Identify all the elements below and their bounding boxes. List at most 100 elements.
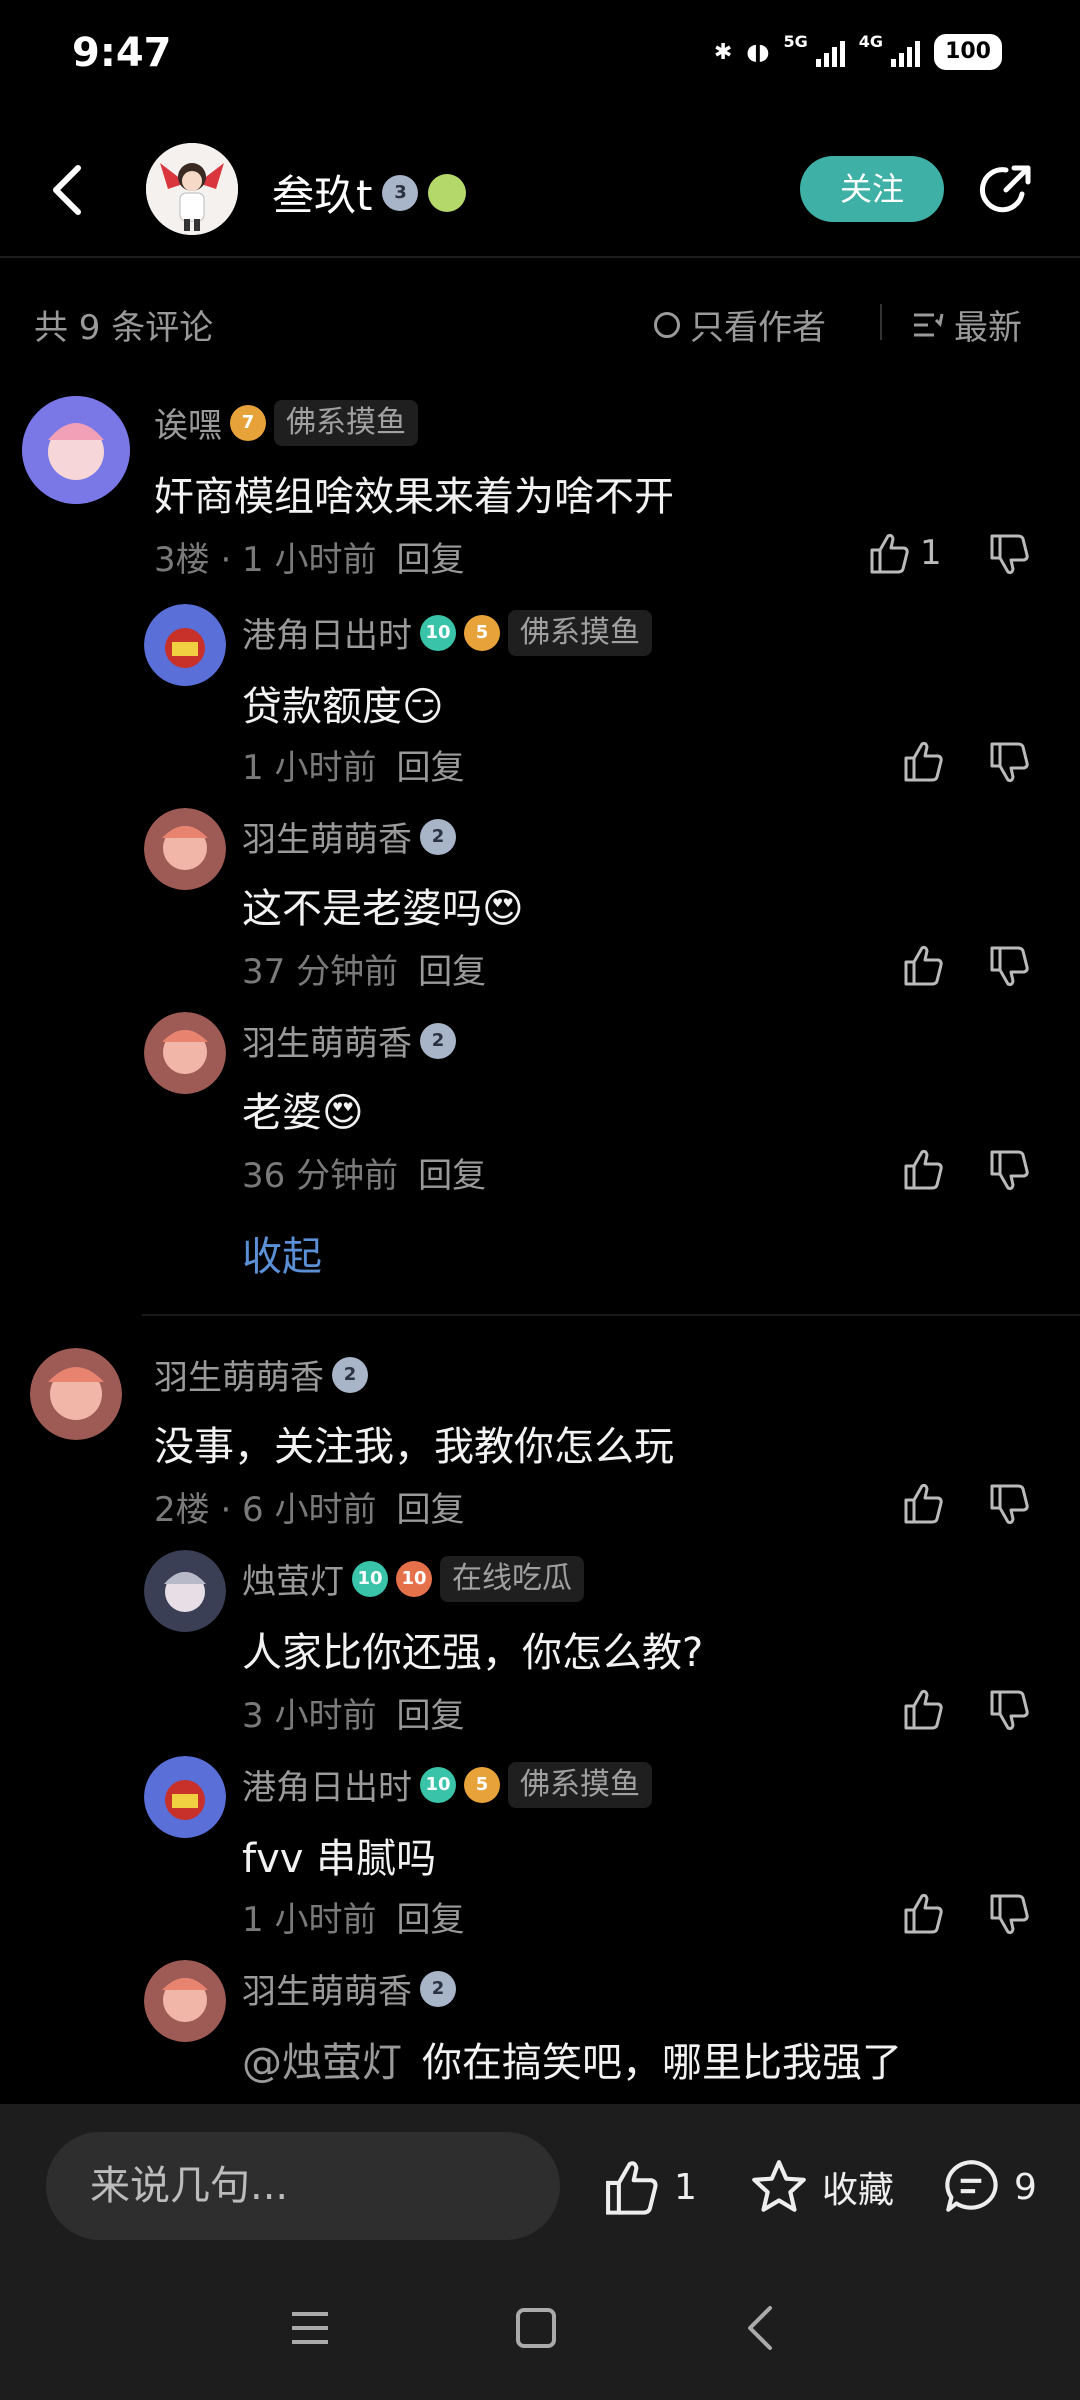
avatar[interactable] [144,1960,226,2042]
like-post-button[interactable]: 1 [600,2156,697,2218]
comment-text: 老婆😍 [242,1090,364,1136]
comment-header: 港角日出时 10 5 佛系摸鱼 [242,608,652,657]
avatar[interactable] [144,1550,226,1632]
thumb-down-icon[interactable] [986,944,1032,990]
author-avatar[interactable] [146,143,238,235]
thumb-up-icon[interactable] [900,1890,946,1936]
favorite-button[interactable]: 收藏 [748,2156,894,2218]
thumb-up-icon[interactable] [900,1686,946,1732]
back-icon[interactable] [48,160,88,220]
thumb-down-icon[interactable] [986,1688,1032,1734]
avatar[interactable] [144,1012,226,1094]
thumb-down-icon[interactable] [986,1892,1032,1938]
like-count: 1 [920,533,942,573]
username[interactable]: 港角日出时 [242,608,412,657]
comment-meta: 36 分钟前 回复 [242,1148,486,1197]
collapse-replies-link[interactable]: 收起 [242,1224,322,1282]
reply-button[interactable]: 回复 [396,748,464,788]
comment-header: 诶嘿 7 佛系摸鱼 [154,398,418,447]
reply-button[interactable]: 回复 [396,1900,464,1940]
bluetooth-icon: ✱ [713,39,733,65]
status-time: 9:47 [72,30,172,76]
only-author-toggle[interactable]: 只看作者 [654,300,826,349]
user-tag: 佛系摸鱼 [508,609,652,656]
reply-button[interactable]: 回复 [396,1696,464,1736]
mention-link[interactable]: @烛萤灯 [242,2040,402,2086]
comment-header: 羽生萌萌香 2 [242,812,456,861]
net-5g-label: 5G [783,32,808,51]
thumb-up-icon[interactable] [900,942,946,988]
username[interactable]: 羽生萌萌香 [242,1016,412,1065]
thumb-down-icon[interactable] [986,740,1032,786]
user-tag: 佛系摸鱼 [274,399,418,446]
earbuds-icon: ◖◗ [746,39,770,65]
comments-button[interactable]: 9 [940,2156,1037,2218]
thumb-up-icon[interactable] [900,738,946,784]
avatar[interactable] [144,604,226,686]
comment-meta: 1 小时前 回复 [242,740,464,789]
username[interactable]: 羽生萌萌香 [154,1350,324,1399]
comment-count: 共 9 条评论 [34,308,214,348]
comment-separator [142,1314,1080,1316]
thumb-down-icon[interactable] [986,1148,1032,1194]
reply-button[interactable]: 回复 [418,952,486,992]
signal-icon [815,37,845,67]
author-medal-icon [428,173,467,212]
thumb-up-icon[interactable] [900,1146,946,1192]
thumb-up-icon [606,2161,658,2215]
thumb-up-icon [870,533,909,574]
username[interactable]: 羽生萌萌香 [242,1964,412,2013]
header-divider [0,256,1080,258]
avatar[interactable] [144,808,226,890]
reply-button[interactable]: 回复 [418,1156,486,1196]
comment-meta-text: 37 分钟前 [242,952,399,992]
follow-button[interactable]: 关注 [800,156,944,222]
level-badge: 2 [332,1356,368,1393]
comment-icon [945,2160,998,2212]
username[interactable]: 羽生萌萌香 [242,812,412,861]
thumb-up-icon[interactable] [900,1480,946,1526]
avatar[interactable] [30,1348,122,1440]
comment-text: 没事，关注我，我教你怎么玩 [154,1424,674,1470]
avatar[interactable] [144,1756,226,1838]
comment-text: @烛萤灯 你在搞笑吧，哪里比我强了 [242,2030,902,2088]
comment-header: 烛萤灯 10 10 在线吃瓜 [242,1554,584,1603]
favorite-label: 收藏 [822,2170,895,2211]
status-icons: ✱ ◖◗ 5G 4G 100 [714,34,1002,70]
share-icon[interactable] [976,160,1036,220]
comment-meta: 2楼 · 6 小时前 回复 [154,1482,465,1531]
menu-icon[interactable] [288,2306,332,2350]
comment-header: 港角日出时 10 5 佛系摸鱼 [242,1760,652,1809]
user-tag: 佛系摸鱼 [508,1761,652,1808]
comment-meta-text: 1 小时前 [242,748,377,788]
comment-header: 羽生萌萌香 2 [242,1016,456,1065]
username[interactable]: 港角日出时 [242,1760,412,1809]
reply-button[interactable]: 回复 [397,1490,465,1530]
username[interactable]: 烛萤灯 [242,1554,344,1603]
thumb-down-icon[interactable] [986,532,1032,578]
only-author-label: 只看作者 [690,308,826,348]
avatar[interactable] [22,396,130,504]
comment-text: 贷款额度😏 [242,684,444,730]
level-10-badge: 10 [420,1766,456,1803]
like-button[interactable]: 1 [866,530,942,576]
reply-button[interactable]: 回复 [397,540,465,580]
level-badge: 5 [464,1766,500,1803]
sort-toggle[interactable]: 最新 [912,300,1022,349]
comment-header: 羽生萌萌香 2 [154,1350,368,1399]
thumb-down-icon[interactable] [986,1482,1032,1528]
nav-back-icon[interactable] [742,2304,778,2352]
comment-text-body: 你在搞笑吧，哪里比我强了 [422,2040,902,2086]
comment-meta-text: 1 小时前 [242,1900,377,1940]
level-10-badge: 10 [352,1560,388,1597]
comment-input[interactable]: 来说几句... [46,2132,560,2240]
battery-icon: 100 [934,34,1002,70]
comment-header: 羽生萌萌香 2 [242,1964,456,2013]
radio-icon [654,311,680,338]
sort-icon [914,313,944,336]
net-4g-label: 4G [858,32,884,51]
post-like-count: 1 [674,2166,697,2208]
username[interactable]: 诶嘿 [154,398,222,447]
author-name: 叁玖t 3 [272,162,467,223]
home-icon[interactable] [514,2306,558,2350]
